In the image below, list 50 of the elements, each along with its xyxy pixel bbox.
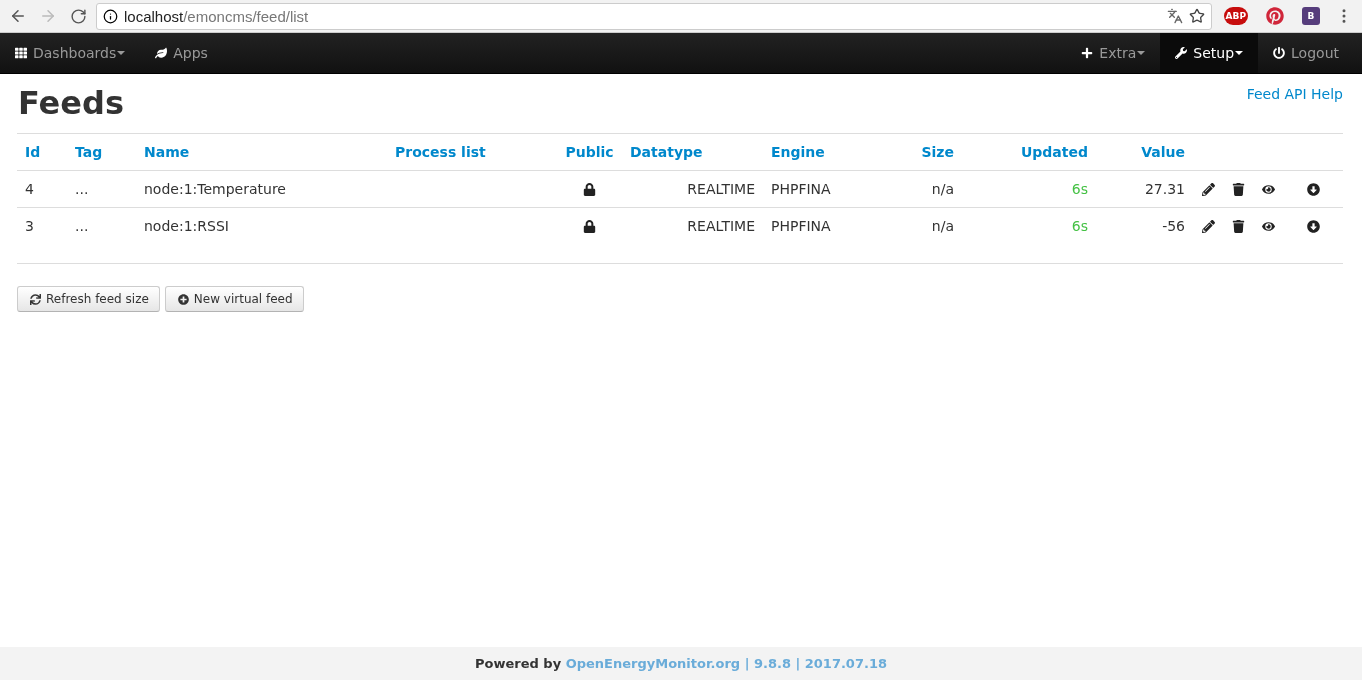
grid-icon — [15, 47, 27, 59]
column-header[interactable]: Process list — [387, 144, 557, 160]
nav-menu-item[interactable]: Setup — [1160, 33, 1259, 73]
api-help-link[interactable]: Feed API Help — [1246, 86, 1343, 102]
column-header[interactable]: Tag — [67, 144, 136, 160]
nav-menu-item[interactable]: Dashboards — [0, 33, 141, 73]
star-icon[interactable] — [1188, 8, 1205, 24]
column-header[interactable]: Updated — [962, 144, 1096, 160]
column-header[interactable]: Public — [557, 144, 622, 160]
footer-text: Powered by OpenEnergyMonitor.org | 9.8.8 | 2017.07.18 — [475, 656, 887, 671]
address-bar[interactable]: localhost/emoncms/feed/list — [96, 2, 1212, 30]
plus-icon — [1081, 47, 1094, 59]
table-cell-text: REALTIME — [686, 218, 756, 234]
table-cell-text: node:1:RSSI — [143, 218, 230, 234]
wrench-icon — [1175, 47, 1188, 59]
table-cell-text: 4 — [24, 181, 35, 197]
power-icon — [1273, 47, 1286, 59]
footer-link[interactable]: OpenEnergyMonitor.org — [565, 656, 741, 671]
column-header[interactable]: Datatype — [622, 144, 763, 160]
table-cell-text: 6s — [1070, 181, 1089, 197]
table-cell-text: REALTIME — [686, 181, 756, 197]
adblock-extension-icon[interactable]: ABP — [1223, 7, 1248, 25]
table-cell-text: node:1:Temperature — [143, 181, 287, 197]
page-title: Feeds — [18, 84, 124, 122]
table-cell-text: ... — [74, 181, 90, 197]
table-cell-text: 27.31 — [1143, 181, 1186, 197]
table-cell-text: n/a — [930, 218, 955, 234]
table-cell-text: 3 — [24, 218, 35, 234]
refresh-button[interactable]: Refresh feed size — [17, 286, 160, 312]
nav-menu-item[interactable]: Apps — [140, 33, 223, 73]
table-cell-text: ... — [74, 218, 90, 234]
nav-menu-item[interactable]: Logout — [1258, 33, 1354, 73]
column-header[interactable]: Value — [1096, 144, 1193, 160]
pinterest-extension-icon[interactable] — [1266, 7, 1284, 25]
column-header[interactable]: Size — [880, 144, 962, 160]
table-cell-text: PHPFINA — [770, 218, 832, 234]
table-cell-text: 6s — [1070, 218, 1089, 234]
table-cell-text: -56 — [1161, 218, 1186, 234]
add-button[interactable]: New virtual feed — [164, 286, 304, 312]
table-cell-text: n/a — [930, 181, 955, 197]
translate-icon[interactable] — [1166, 8, 1183, 24]
column-header[interactable]: Name — [136, 144, 387, 160]
table-cell-text: PHPFINA — [770, 181, 832, 197]
info-icon — [103, 8, 118, 24]
column-header[interactable]: Id — [17, 144, 67, 160]
bootstrap-extension-icon[interactable]: B — [1302, 7, 1320, 25]
nav-menu-item[interactable]: Extra — [1066, 33, 1161, 73]
refresh-icon — [30, 293, 41, 305]
leaf-icon — [155, 47, 168, 59]
column-header[interactable]: Engine — [763, 144, 880, 160]
